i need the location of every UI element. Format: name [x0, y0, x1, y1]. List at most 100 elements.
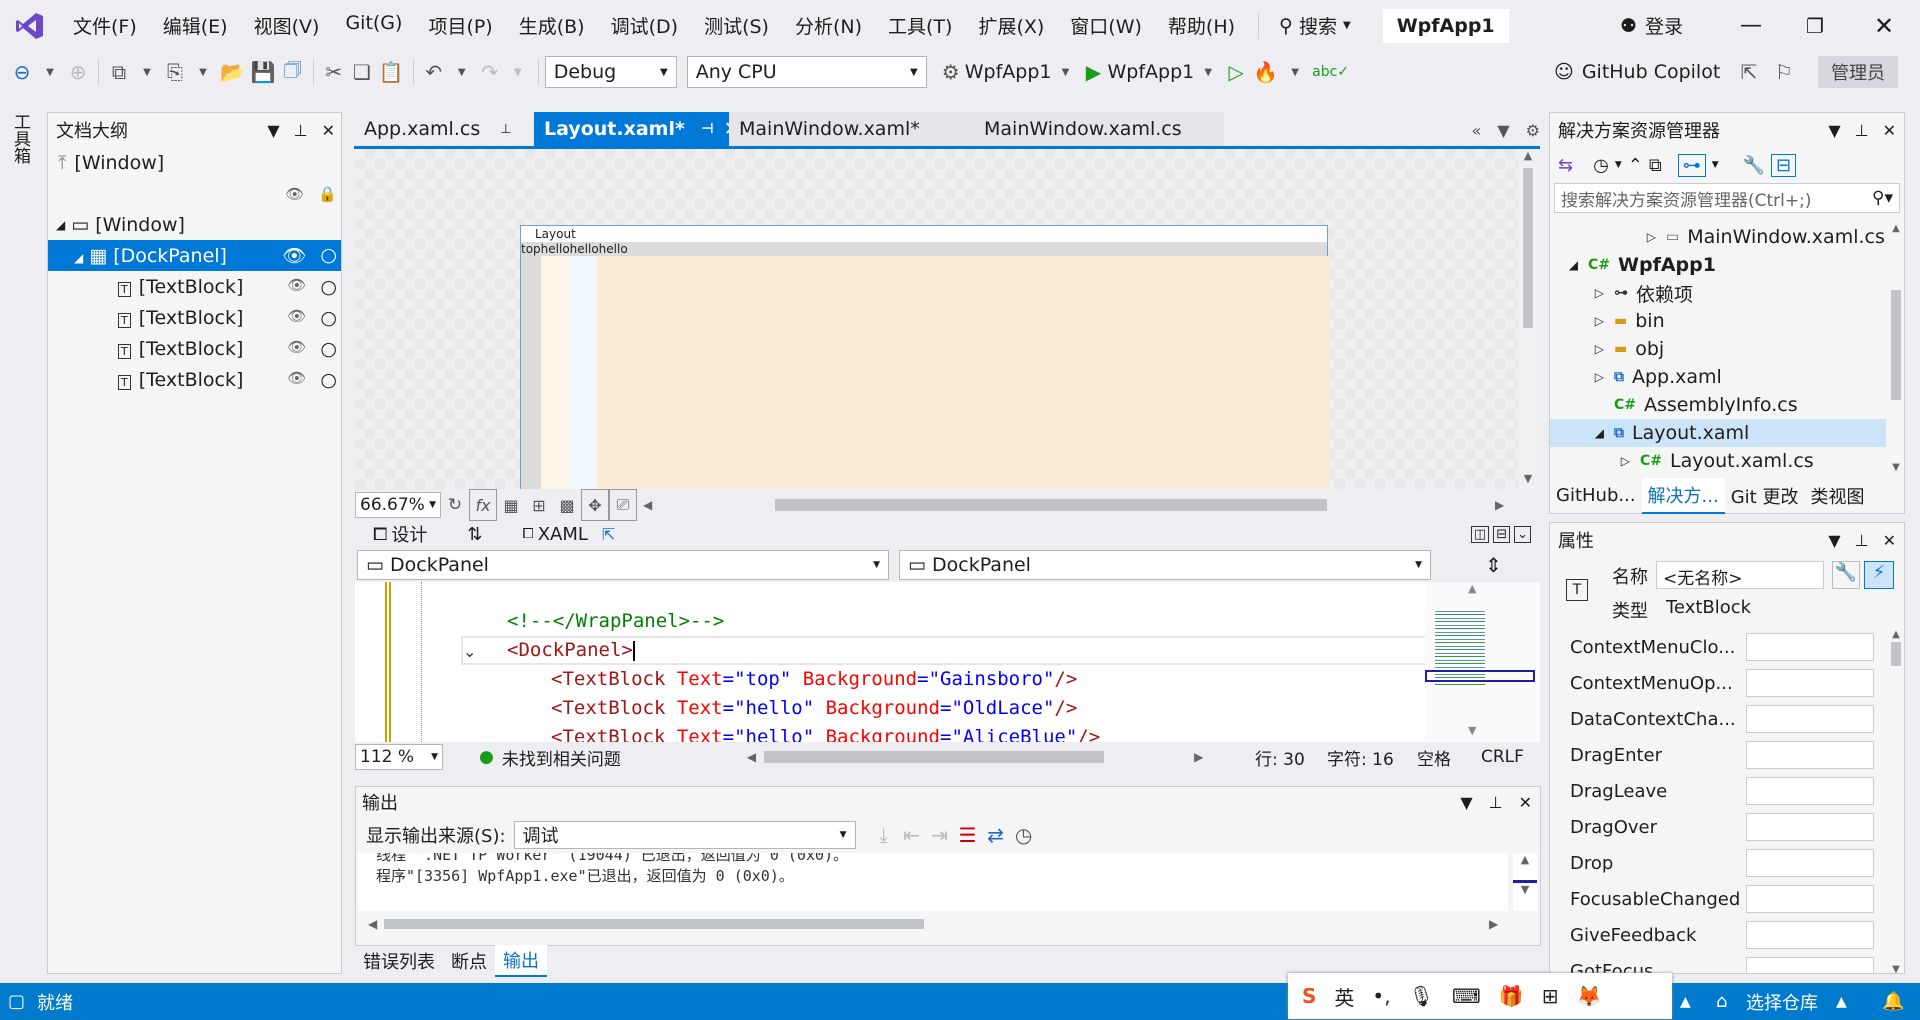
- menu-item-3[interactable]: Git(G): [332, 12, 415, 39]
- code-line[interactable]: <TextBlock Text="top" Background="Gainsb…: [507, 665, 1100, 694]
- tab-app-xaml-cs[interactable]: App.xaml.cs ⊥: [354, 112, 534, 146]
- menu-item-12[interactable]: 帮助(H): [1155, 12, 1248, 39]
- goto-error-icon[interactable]: ⤓: [870, 819, 898, 851]
- device-icon[interactable]: ⎚: [609, 489, 637, 521]
- run-button[interactable]: WpfApp1: [1107, 61, 1194, 83]
- snap-lines-icon[interactable]: ✥: [581, 489, 609, 521]
- platform-select[interactable]: Any CPU ▼: [686, 56, 927, 88]
- solution-item[interactable]: ◢ ⧉ Layout.xaml: [1550, 419, 1886, 447]
- tab-output[interactable]: 输出: [495, 945, 547, 977]
- popout-icon[interactable]: ⇱: [602, 525, 615, 544]
- event-handler-field[interactable]: [1746, 957, 1874, 973]
- code-editor[interactable]: ⌄ <!--</WrapPanel>--> <DockPanel> <TextBlo…: [355, 582, 1540, 742]
- github-copilot[interactable]: ☺ GitHub Copilot: [1554, 61, 1720, 83]
- collapse-all-icon[interactable]: ⌃: [1628, 155, 1643, 176]
- tab-solution[interactable]: 解决方...: [1641, 477, 1725, 514]
- close-icon[interactable]: ✕: [322, 121, 335, 140]
- ime-language[interactable]: 英: [1334, 982, 1354, 1011]
- tab-mainwindow-xaml[interactable]: MainWindow.xaml*: [729, 112, 974, 146]
- solution-item[interactable]: ▷ ▬ obj: [1550, 335, 1886, 363]
- copy-icon[interactable]: ❏: [348, 56, 376, 88]
- checker-icon[interactable]: ▩: [553, 489, 581, 521]
- scroll-right-icon[interactable]: ▶: [1495, 498, 1504, 512]
- notification-bell-icon[interactable]: 🔔: [1882, 991, 1904, 1012]
- menu-item-5[interactable]: 生成(B): [506, 12, 598, 39]
- code-line[interactable]: <DockPanel>: [507, 636, 1100, 665]
- solution-vscrollbar[interactable]: ▲ ▼: [1888, 223, 1904, 473]
- design-hscrollbar[interactable]: [775, 499, 1327, 511]
- close-icon[interactable]: ✕: [1883, 121, 1896, 140]
- grid-icon[interactable]: ▦: [497, 489, 525, 521]
- event-row[interactable]: FocusableChanged: [1550, 881, 1886, 917]
- event-handler-field[interactable]: [1746, 849, 1874, 877]
- tab-xaml[interactable]: ⧠ XAML: [523, 524, 588, 545]
- play-icon[interactable]: ▶: [1079, 56, 1107, 88]
- code-line[interactable]: <TextBlock Text="hello" Background="Alic…: [507, 723, 1100, 742]
- code-line[interactable]: <!--</WrapPanel>-->: [507, 607, 1100, 636]
- event-handler-field[interactable]: [1746, 705, 1874, 733]
- hot-reload-icon[interactable]: 🔥: [1250, 56, 1281, 88]
- outline-root[interactable]: ⤒ [Window]: [48, 147, 341, 178]
- output-hscrollbar[interactable]: [384, 919, 924, 929]
- outline-textblock-node[interactable]: T [TextBlock] 👁 ○: [48, 333, 341, 364]
- repo-up-icon[interactable]: ▲: [1836, 994, 1847, 1010]
- wrench-icon[interactable]: 🔧: [1743, 155, 1765, 176]
- pin-icon[interactable]: ⊥: [1855, 121, 1869, 140]
- login-button[interactable]: ⚉ 登录: [1620, 12, 1683, 39]
- clear-all-icon[interactable]: ☰: [954, 819, 982, 851]
- event-row[interactable]: DataContextCha...: [1550, 701, 1886, 737]
- tab-git-changes[interactable]: Git 更改: [1725, 483, 1805, 509]
- event-row[interactable]: DragLeave: [1550, 773, 1886, 809]
- ime-toolbar[interactable]: S 英 •, 🎙 ⌨ 🎁 ⊞ 🦊: [1288, 973, 1672, 1019]
- output-text[interactable]: 线程 ".NET TP Worker" (19044) 已退出，返回值为 0 (…: [358, 853, 1508, 911]
- event-handler-field[interactable]: [1746, 669, 1874, 697]
- sogou-icon[interactable]: S: [1302, 984, 1316, 1008]
- layout-window-preview[interactable]: Layout tophellohellohello: [520, 225, 1329, 489]
- properties-vscrollbar[interactable]: ▲ ▼: [1888, 629, 1904, 973]
- history-icon[interactable]: ◷: [1593, 155, 1609, 176]
- event-handler-field[interactable]: [1746, 633, 1874, 661]
- vs-switch-icon[interactable]: ⇆: [1558, 155, 1573, 176]
- lock-toggle[interactable]: ○: [320, 338, 337, 360]
- code-overview-map[interactable]: ▲ ▼: [1425, 582, 1540, 742]
- design-zoom-select[interactable]: 66.67% ▼: [355, 492, 441, 518]
- tab-mainwindow-xaml-cs[interactable]: MainWindow.xaml.cs: [974, 112, 1224, 146]
- events-icon[interactable]: ⚡: [1864, 561, 1894, 589]
- sync-icon[interactable]: ⊶: [1677, 153, 1706, 177]
- minimize-button[interactable]: —: [1740, 13, 1762, 38]
- tab-breakpoints[interactable]: 断点: [443, 948, 495, 974]
- eye-icon[interactable]: 👁: [285, 185, 304, 203]
- design-vscrollbar[interactable]: ▲ ▼: [1518, 149, 1538, 489]
- code-line[interactable]: <TextBlock Text="hello" Background="OldL…: [507, 694, 1100, 723]
- code-hscrollbar[interactable]: [764, 751, 1105, 763]
- event-row[interactable]: DragEnter: [1550, 737, 1886, 773]
- config-select[interactable]: Debug ▼: [544, 56, 677, 88]
- solution-item[interactable]: ▷ ⊶ 依赖项: [1550, 279, 1886, 307]
- horizontal-split-icon[interactable]: ⊟: [1493, 525, 1511, 543]
- vertical-split-icon[interactable]: ◫: [1470, 525, 1490, 543]
- menu-item-11[interactable]: 窗口(W): [1057, 12, 1155, 39]
- save-icon[interactable]: 💾: [248, 56, 279, 88]
- solution-item[interactable]: ▷ ▬ bin: [1550, 307, 1886, 335]
- close-window-button[interactable]: ✕: [1874, 12, 1894, 40]
- menu-item-4[interactable]: 项目(P): [415, 12, 505, 39]
- split-editor-icon[interactable]: ⇕: [1485, 553, 1502, 577]
- outline-window-node[interactable]: ◢ ▭ [Window]: [48, 209, 341, 240]
- whitespace-indicator[interactable]: 空格: [1417, 745, 1451, 770]
- settings-icon[interactable]: ⚙: [1526, 121, 1540, 140]
- pin-icon[interactable]: ⊥: [1489, 793, 1503, 812]
- pin-icon[interactable]: ⊥: [1855, 531, 1869, 550]
- outline-textblock-node[interactable]: T [TextBlock] 👁 ○: [48, 271, 341, 302]
- fx-icon[interactable]: fx: [469, 489, 497, 521]
- toolbox-strip[interactable]: 工具箱: [0, 95, 36, 983]
- event-row[interactable]: GotFocus: [1550, 953, 1886, 973]
- event-handler-field[interactable]: [1746, 777, 1874, 805]
- gear-icon[interactable]: ⚙: [937, 56, 965, 88]
- lock-toggle[interactable]: ○: [320, 369, 337, 391]
- outline-textblock-node[interactable]: T [TextBlock] 👁 ○: [48, 302, 341, 333]
- share-icon[interactable]: ⇱: [1735, 56, 1763, 88]
- eol-indicator[interactable]: CRLF: [1481, 747, 1524, 767]
- apps-icon[interactable]: ⊞: [1542, 984, 1559, 1008]
- event-row[interactable]: ContextMenuClo...: [1550, 629, 1886, 665]
- outline-textblock-node[interactable]: T [TextBlock] 👁 ○: [48, 364, 341, 395]
